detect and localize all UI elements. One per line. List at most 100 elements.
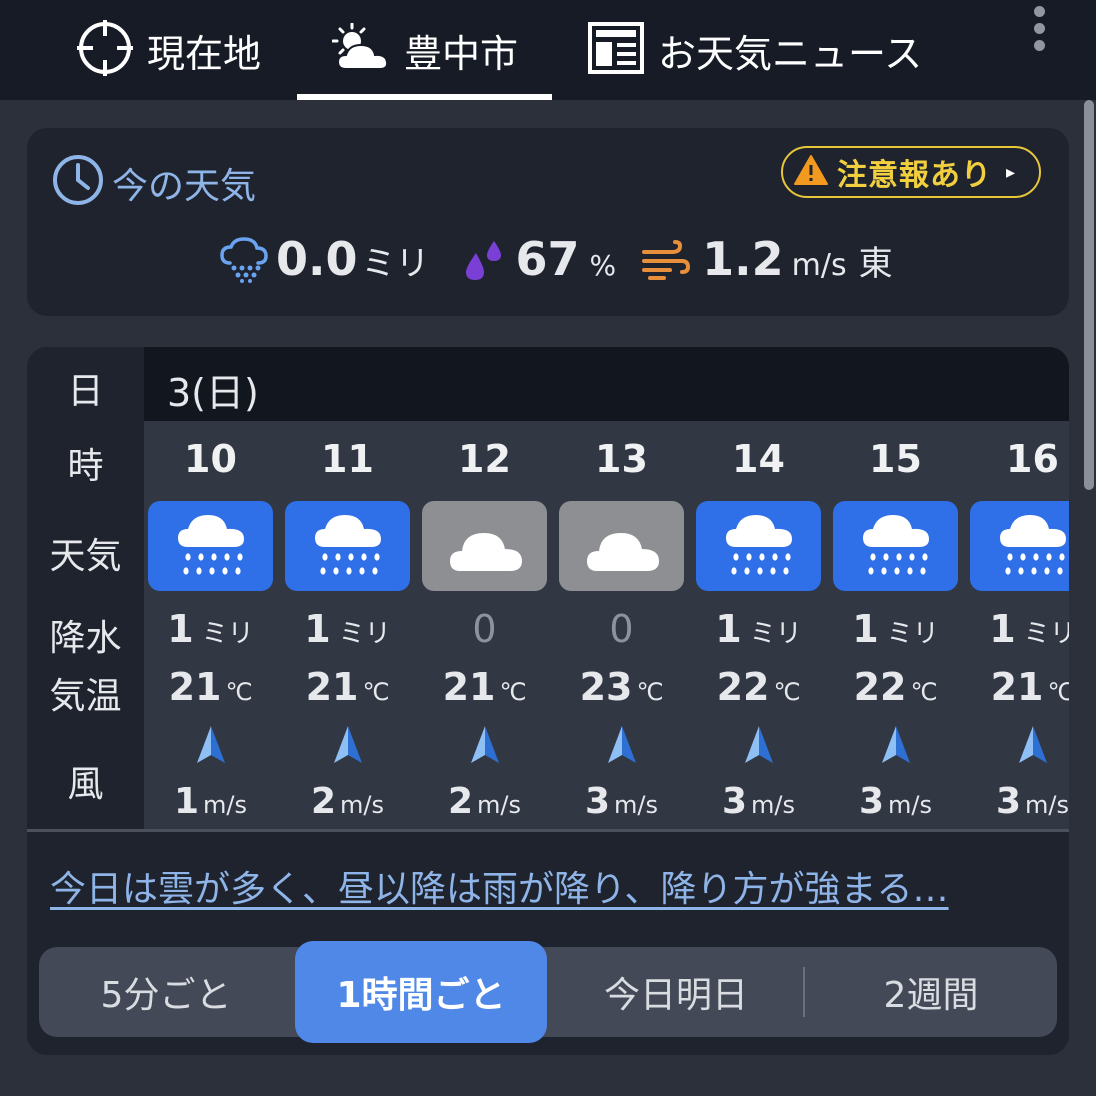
wind-cell: 1 m/s [145,781,276,822]
row-label-temp: 気温 [49,676,122,717]
temp-value: 21 [305,665,359,709]
wind-cell: 3 m/s [693,781,824,822]
temp-unit: ℃ [499,678,527,706]
tab-label: お天気ニュース [658,31,923,76]
advisory-button[interactable]: 注意報あり ▸ [781,146,1041,198]
wind-unit: m/s [751,791,796,819]
rain-icon [285,501,410,591]
temp-value: 22 [853,665,907,709]
segment-5min[interactable]: 5分ごと [39,947,293,1037]
wind-direction-arrow-icon [332,725,364,769]
segment-hourly[interactable]: 1時間ごと [295,941,547,1043]
temp-cell: 23 ℃ [556,665,687,709]
scrollbar-thumb[interactable] [1084,100,1094,490]
hour-column: 14 1 ミリ 22 ℃ 3 m/s [693,421,824,829]
hour-label: 15 [869,437,922,481]
hour-label: 11 [321,437,374,481]
current-precip-value: 0.0 [276,232,358,286]
precip-value: 0 [609,607,634,651]
precip-value: 1 [167,607,194,651]
temp-cell: 21 ℃ [419,665,550,709]
current-weather-title: 今の天気 [112,166,257,207]
hour-column: 10 1 ミリ 21 ℃ 1 m/s [145,421,276,829]
precip-value: 1 [304,607,331,651]
wind-value: 3 [858,781,885,822]
tab-weather-news[interactable]: お天気ニュース [588,0,922,100]
temp-unit: ℃ [910,678,938,706]
rain-icon [970,501,1069,591]
precip-cell: 1 ミリ [693,607,824,651]
current-precip-unit: ミリ [361,244,430,284]
temp-cell: 22 ℃ [830,665,961,709]
hour-label: 12 [458,437,511,481]
temp-unit: ℃ [225,678,253,706]
rain-gauge-icon [220,237,268,287]
hour-column: 11 1 ミリ 21 ℃ 2 m/s [282,421,413,829]
precip-unit: ミリ [338,619,391,649]
temp-unit: ℃ [636,678,664,706]
wind-value: 2 [310,781,337,822]
segment-today-tomorrow[interactable]: 今日明日 [547,947,805,1037]
segment-2weeks[interactable]: 2週間 [805,947,1057,1037]
precip-cell: 0 [556,607,687,651]
wind-cell: 3 m/s [830,781,961,822]
hour-column: 13 0 23 ℃ 3 m/s [556,421,687,829]
wind-cell: 2 m/s [282,781,413,822]
wind-value: 3 [995,781,1022,822]
precip-cell: 1 ミリ [967,607,1069,651]
hour-label: 13 [595,437,648,481]
row-label-hour: 時 [67,446,104,487]
tab-toyonaka[interactable]: 豊中市 [331,0,518,100]
wind-direction-arrow-icon [1017,725,1049,769]
temp-unit: ℃ [362,678,390,706]
day-label: 3(日) [167,371,259,415]
wind-value: 2 [447,781,474,822]
row-label-day: 日 [67,371,104,412]
partly-cloudy-icon [331,22,390,77]
wind-unit: m/s [477,791,522,819]
current-wind-unit: m/s [791,248,847,283]
hour-label: 10 [184,437,237,481]
hour-column: 15 1 ミリ 22 ℃ 3 m/s [830,421,961,829]
temp-value: 21 [442,665,496,709]
precip-value: 0 [472,607,497,651]
advisory-label: 注意報あり [837,158,992,193]
cloudy-icon [559,501,684,591]
precip-cell: 1 ミリ [830,607,961,651]
wind-direction-arrow-icon [880,725,912,769]
precip-cell: 0 [419,607,550,651]
top-tab-bar: 現在地 豊中市 お天気ニュース [0,0,1096,100]
temp-value: 21 [168,665,222,709]
current-humidity-value: 67 [515,232,580,286]
precip-cell: 1 ミリ [282,607,413,651]
forecast-summary-link[interactable]: 今日は雲が多く、昼以降は雨が降り、降り方が強まる… [50,860,949,912]
clock-icon [51,153,105,211]
temp-value: 23 [579,665,633,709]
row-label-weather: 天気 [49,536,122,577]
wind-unit: m/s [614,791,659,819]
temp-unit: ℃ [1047,678,1069,706]
wind-value: 1 [173,781,200,822]
more-menu-icon[interactable] [1026,6,1052,56]
precip-value: 1 [715,607,742,651]
hour-label: 16 [1006,437,1059,481]
wind-direction-arrow-icon [743,725,775,769]
warning-icon [793,154,829,190]
tab-current-location[interactable]: 現在地 [77,0,261,100]
wind-unit: m/s [340,791,385,819]
wind-cell: 2 m/s [419,781,550,822]
wind-value: 3 [584,781,611,822]
precip-value: 1 [852,607,879,651]
wind-unit: m/s [203,791,248,819]
wind-direction-arrow-icon [469,725,501,769]
row-label-wind: 風 [67,764,104,805]
temp-unit: ℃ [773,678,801,706]
tab-label: 現在地 [147,31,262,76]
temp-value: 22 [716,665,770,709]
current-metrics: 0.0 ミリ 67 % 1.2 m/s 東 [220,232,893,292]
day-strip [144,347,1069,421]
wind-icon [642,240,691,284]
interval-segmented-control: 5分ごと 今日明日 2週間 [39,947,1057,1037]
crosshair-icon [77,20,133,80]
temp-cell: 22 ℃ [693,665,824,709]
